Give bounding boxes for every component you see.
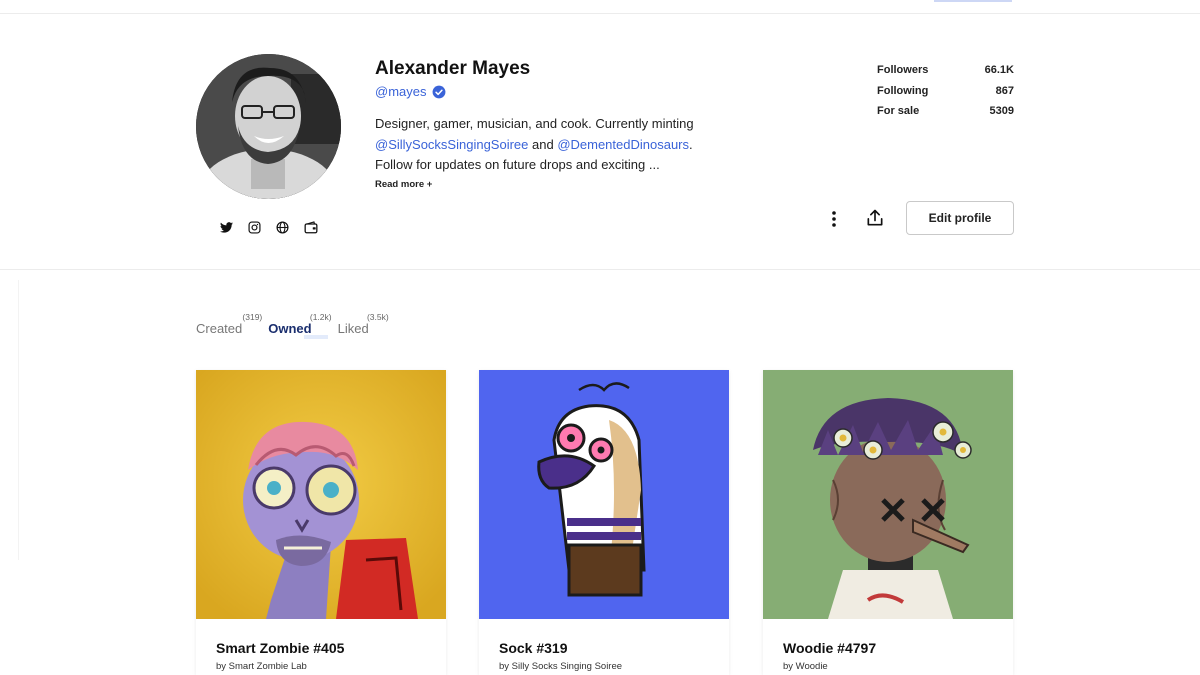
nft-image	[196, 370, 446, 619]
read-more-link[interactable]: Read more +	[375, 179, 432, 190]
stat-for-sale[interactable]: For sale 5309	[877, 105, 1014, 126]
avatar[interactable]	[196, 54, 341, 199]
tab-count: (3.5k)	[366, 312, 389, 322]
stat-label: For sale	[877, 105, 920, 117]
profile-name: Alexander Mayes	[375, 58, 531, 79]
mention-link[interactable]: @SillySocksSingingSoiree	[375, 137, 528, 152]
nft-image	[763, 370, 1013, 619]
divider	[18, 280, 19, 560]
stat-followers[interactable]: Followers 66.1K	[877, 64, 1014, 85]
top-nav-bar	[0, 0, 1200, 14]
share-button[interactable]	[864, 207, 886, 229]
mention-link[interactable]: @DementedDinosaurs	[557, 137, 689, 152]
bio-line: Designer, gamer, musician, and cook. Cur…	[375, 116, 694, 131]
tab-label: Created	[196, 321, 243, 336]
tab-label: Liked	[337, 321, 369, 336]
card-title: Woodie #4797	[783, 640, 877, 656]
instagram-icon[interactable]	[247, 220, 262, 235]
verified-badge-icon	[432, 85, 445, 98]
tab-count: (1.2k)	[309, 312, 332, 322]
avatar-photo	[196, 54, 341, 199]
card-title: Sock #319	[499, 640, 568, 656]
wallet-icon[interactable]	[303, 220, 318, 235]
globe-icon[interactable]	[275, 220, 290, 235]
tab-created[interactable]: Created (319)	[196, 312, 262, 336]
stat-label: Followers	[877, 64, 929, 76]
profile-header: Alexander Mayes @mayes Designer, gamer, …	[0, 14, 1200, 270]
tab-count: (319)	[242, 312, 263, 322]
handle-row: @mayes	[375, 84, 446, 99]
card-creator[interactable]: by Woodie	[783, 661, 828, 672]
bio-line-mentions: @SillySocksSingingSoiree and @DementedDi…	[375, 135, 755, 156]
card-creator[interactable]: by Silly Socks Singing Soiree	[499, 661, 622, 672]
stat-label: Following	[877, 84, 929, 97]
social-links	[219, 220, 318, 235]
profile-bio: Designer, gamer, musician, and cook. Cur…	[375, 114, 755, 176]
collection-tabs: Created (319) Owned (1.2k) Liked (3.5k)	[196, 312, 389, 339]
tab-liked[interactable]: Liked (3.5k)	[338, 312, 389, 336]
nft-image	[479, 370, 729, 619]
stat-value: 867	[995, 84, 1014, 97]
card-creator[interactable]: by Smart Zombie Lab	[216, 661, 307, 672]
bio-text: and	[528, 136, 558, 152]
share-icon	[867, 209, 883, 226]
more-options-button[interactable]	[823, 208, 845, 230]
profile-stats: Followers 66.1K Following 867 For sale 5…	[877, 64, 1014, 126]
profile-handle[interactable]: @mayes	[375, 84, 427, 99]
nav-active-indicator	[934, 0, 1012, 2]
bio-line: Follow for updates on future drops and e…	[375, 157, 660, 172]
nft-card[interactable]: Sock #319 by Silly Socks Singing Soiree	[479, 370, 729, 675]
bio-text: .	[689, 136, 693, 152]
active-tab-indicator	[304, 335, 329, 339]
stat-value: 5309	[989, 105, 1014, 117]
edit-profile-button[interactable]: Edit profile	[906, 201, 1014, 235]
more-vertical-icon	[832, 211, 836, 227]
card-title: Smart Zombie #405	[216, 640, 345, 656]
nft-card[interactable]: Woodie #4797 by Woodie	[763, 370, 1013, 675]
twitter-icon[interactable]	[219, 220, 234, 235]
tab-label: Owned	[268, 321, 312, 336]
nft-card[interactable]: Smart Zombie #405 by Smart Zombie Lab	[196, 370, 446, 675]
tab-owned[interactable]: Owned (1.2k)	[268, 312, 332, 339]
stat-value: 66.1K	[984, 64, 1014, 76]
stat-following[interactable]: Following 867	[877, 85, 1014, 106]
